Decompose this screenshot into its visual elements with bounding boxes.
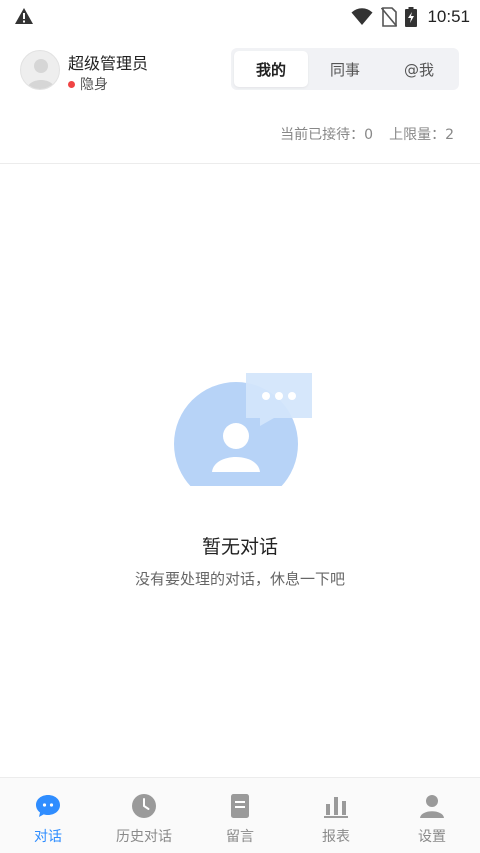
tab-settings[interactable]: 设置 — [384, 778, 480, 853]
presence-dot — [68, 80, 75, 88]
presence-label: 隐身 — [80, 77, 108, 93]
no-sim-icon — [381, 7, 398, 27]
conversation-filter-tabs: 我的 同事 @我 — [231, 48, 459, 90]
current-received: 当前已接待：0 — [280, 127, 374, 143]
avatar[interactable] — [20, 50, 60, 90]
header: 超级管理员 隐身 我的 同事 @我 当前已接待：0 上限量：2 — [0, 34, 480, 164]
tab-label: 历史对话 — [116, 829, 172, 845]
empty-title: 暂无对话 — [201, 536, 278, 558]
tab-label: 留言 — [226, 829, 254, 845]
bottom-tab-bar: 对话 历史对话 留言 报表 设置 — [0, 777, 480, 853]
tab-label: 设置 — [418, 829, 446, 845]
empty-chat-illustration — [174, 373, 312, 486]
chat-bubble-icon — [34, 792, 62, 820]
presence-status[interactable]: 隐身 — [68, 74, 108, 94]
tab-label: 报表 — [322, 829, 350, 845]
tab-reports[interactable]: 报表 — [288, 778, 384, 853]
tab-label: 对话 — [34, 829, 62, 845]
tab-mine[interactable]: 我的 — [234, 51, 308, 87]
status-time: 10:51 — [427, 7, 470, 26]
warning-icon — [15, 8, 33, 24]
reception-stats: 当前已接待：0 上限量：2 — [280, 124, 454, 144]
empty-subtitle: 没有要处理的对话，休息一下吧 — [134, 570, 345, 588]
reception-limit: 上限量：2 — [389, 127, 454, 143]
wifi-icon — [351, 8, 373, 25]
user-name: 超级管理员 — [68, 54, 149, 73]
empty-state: 暂无对话 没有要处理的对话，休息一下吧 — [0, 370, 480, 600]
battery-charging-icon — [405, 7, 418, 27]
default-avatar-icon — [27, 59, 55, 89]
status-icons: 10:51 — [351, 5, 470, 29]
tab-messages[interactable]: 留言 — [192, 778, 288, 853]
tab-conversations[interactable]: 对话 — [0, 778, 96, 853]
tab-mentions[interactable]: @我 — [382, 51, 456, 87]
note-icon — [226, 792, 254, 820]
clock-icon — [130, 792, 158, 820]
user-settings-icon — [418, 792, 446, 820]
tab-colleagues[interactable]: 同事 — [308, 51, 382, 87]
bar-chart-icon — [322, 792, 350, 820]
status-bar: 10:51 — [0, 0, 480, 34]
tab-history[interactable]: 历史对话 — [96, 778, 192, 853]
